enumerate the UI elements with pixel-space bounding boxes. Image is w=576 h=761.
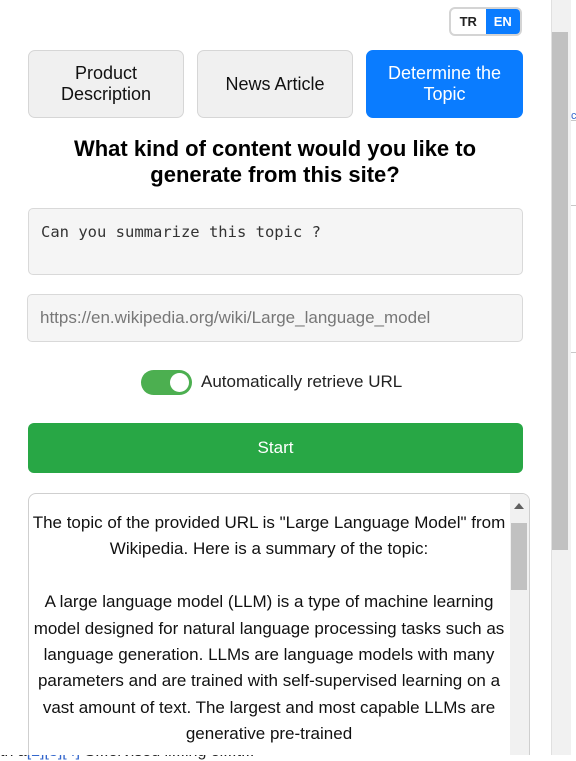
result-paragraph: A large language model (LLM) is a type o… [33,592,505,744]
tab-label-line: Description [60,84,152,104]
background-divider [571,205,576,206]
tab-label-line: Topic [423,84,466,104]
result-text: The topic of the provided URL is "Large … [30,510,508,748]
result-output: The topic of the provided URL is "Large … [28,493,530,755]
tab-news-article[interactable]: News Article [197,50,353,118]
heading-line: generate from this site? [150,162,400,187]
result-paragraph: The topic of the provided URL is "Large … [32,513,506,559]
tab-label: News Article [225,73,325,94]
scroll-up-arrow-icon[interactable] [514,503,524,509]
url-input[interactable]: https://en.wikipedia.org/wiki/Large_lang… [27,294,523,342]
heading-line: What kind of content would you like to [73,136,477,161]
auto-retrieve-toggle[interactable] [141,370,192,395]
language-toggle: TR EN [449,7,522,36]
tab-product-description[interactable]: Product Description [28,50,184,118]
result-scroll-thumb[interactable] [511,523,527,590]
tab-label-line: Product [74,63,138,83]
tab-determine-topic[interactable]: Determine the Topic [366,50,523,118]
start-button[interactable]: Start [28,423,523,473]
toggle-knob [170,373,189,392]
language-en-button[interactable]: EN [485,9,520,34]
result-scrollbar[interactable] [510,494,529,755]
language-tr-button[interactable]: TR [451,9,486,34]
auto-retrieve-label: Automatically retrieve URL [201,372,403,391]
tab-label: Product Description [61,63,151,105]
tab-label-line: Determine the [387,63,502,83]
extension-popup: TR EN Product Description News Article De… [0,0,551,755]
background-divider [571,352,576,353]
popup-scroll-thumb[interactable] [552,32,568,550]
tab-label: Determine the Topic [388,63,501,105]
prompt-input[interactable]: Can you summarize this topic ? [28,208,523,275]
page-heading: What kind of content would you like to g… [28,136,522,188]
background-divider [571,120,576,121]
